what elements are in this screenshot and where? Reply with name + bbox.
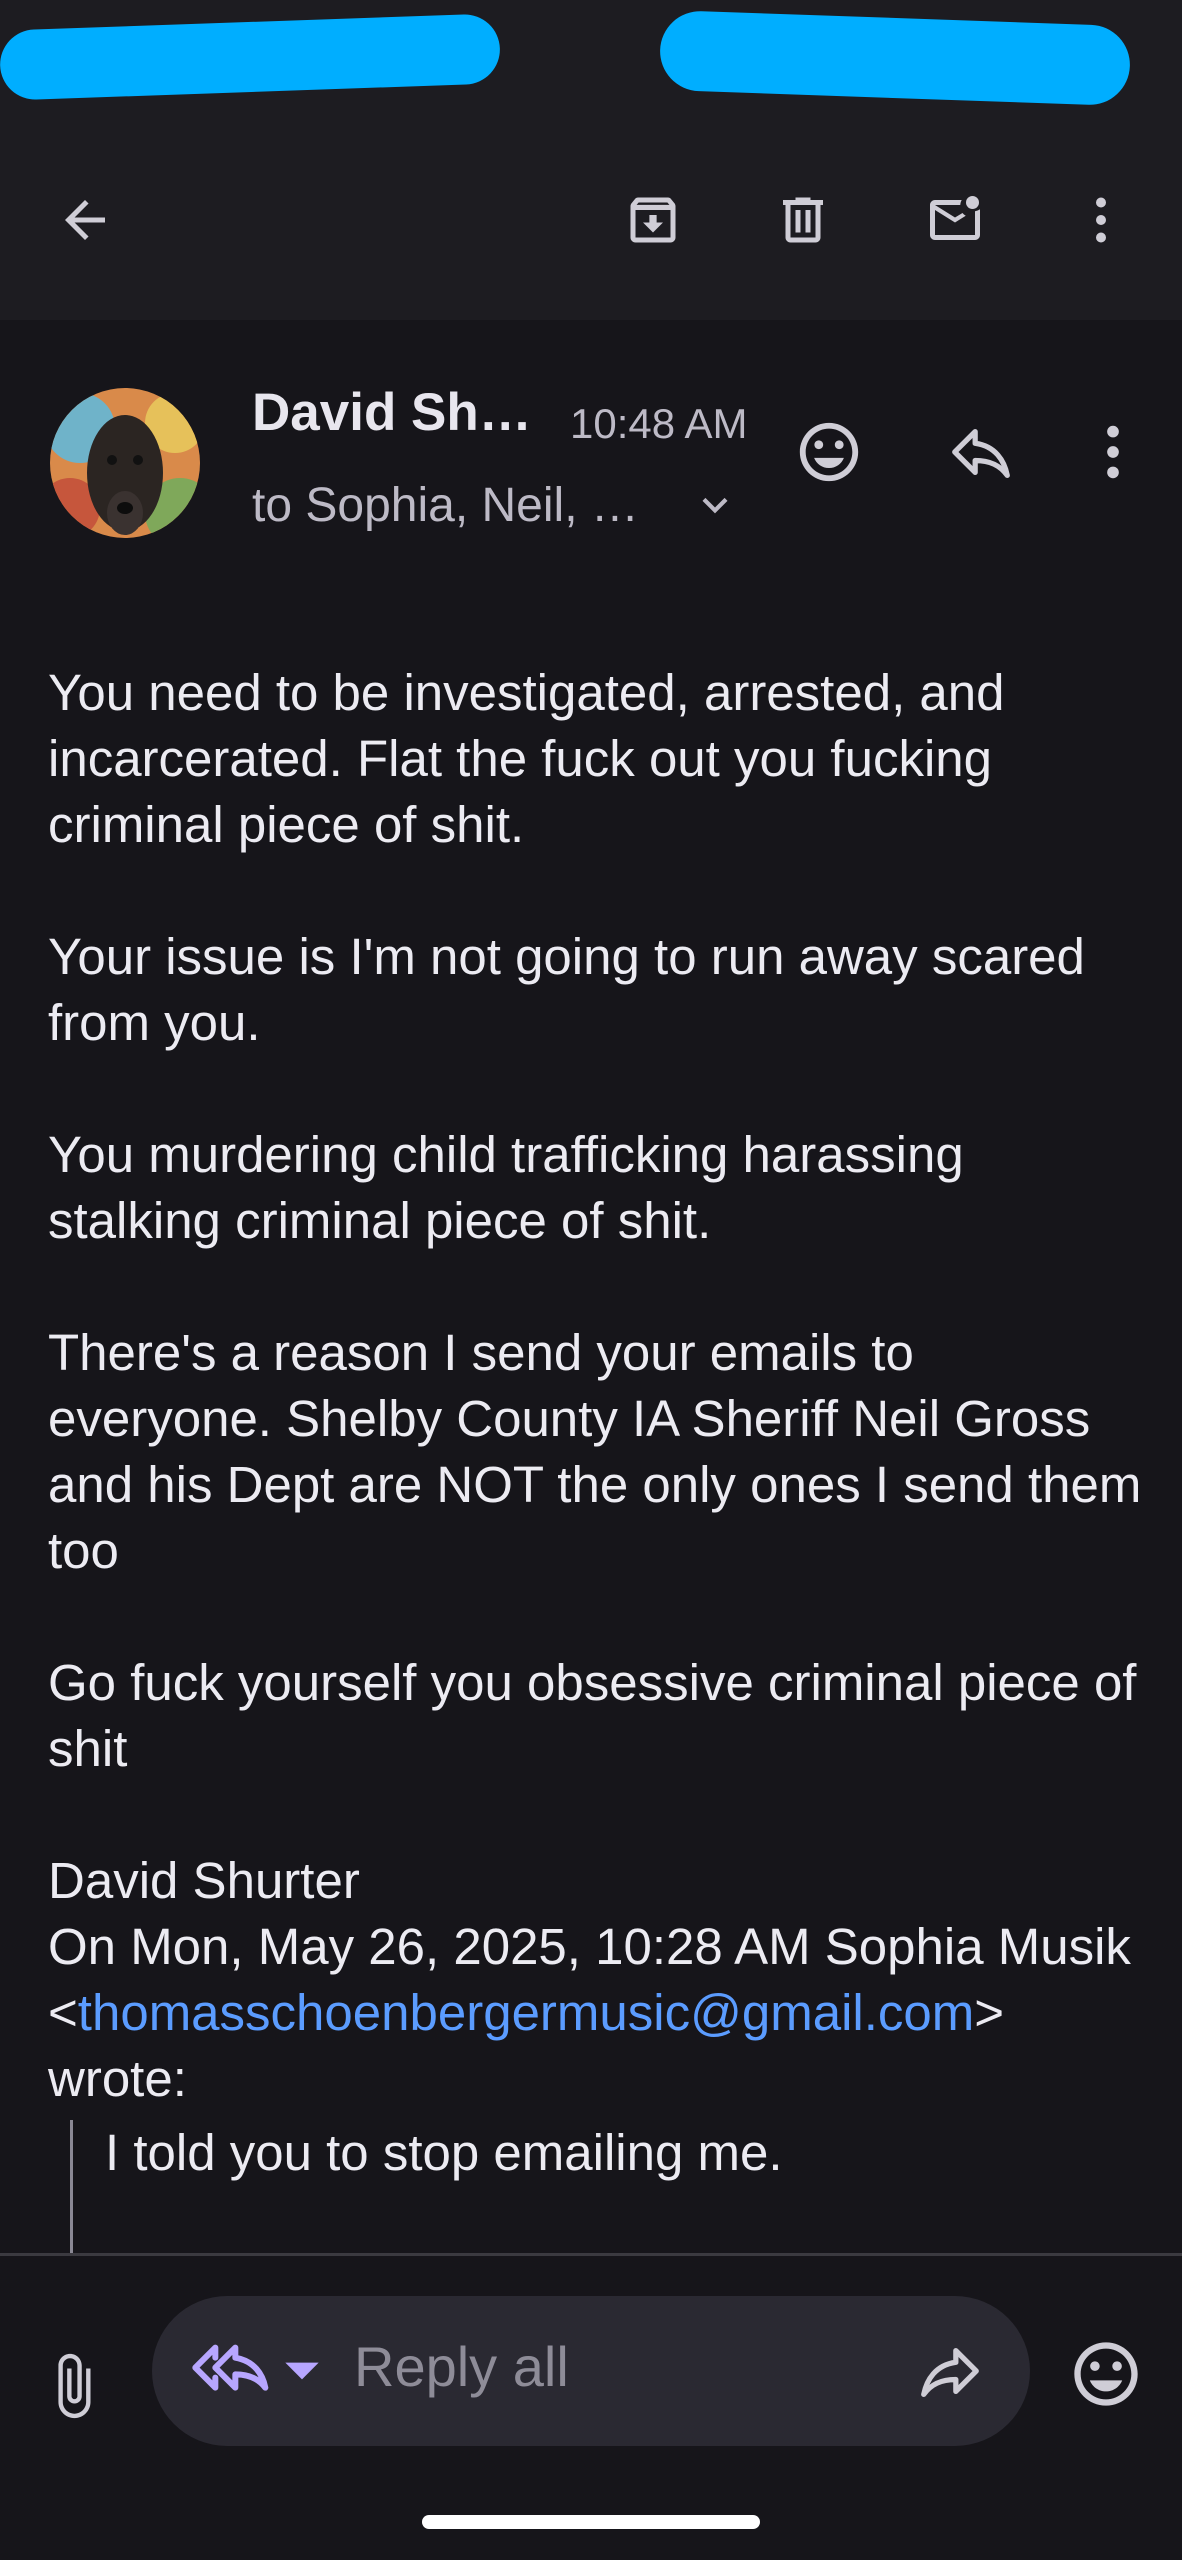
status-bar (0, 0, 1182, 120)
redaction-mark-left (0, 13, 502, 101)
quoted-message: I told you to stop emailing me. (70, 2120, 783, 2254)
body-paragraph: There's a reason I send your emails to e… (48, 1324, 1142, 1579)
more-vert-icon (1107, 425, 1119, 479)
message-body: You need to be investigated, arrested, a… (48, 660, 1148, 2112)
message-time: 10:48 AM (570, 400, 748, 447)
delete-button[interactable] (753, 170, 853, 270)
emoji-icon[interactable] (1068, 2336, 1144, 2412)
body-paragraph: Your issue is I'm not going to run away … (48, 928, 1085, 1051)
chevron-down-icon[interactable] (690, 480, 740, 530)
mail-unread-icon (930, 196, 980, 240)
reply-button[interactable] (936, 407, 1026, 497)
dropdown-icon[interactable] (282, 2356, 322, 2386)
reply-all-field[interactable]: Reply all (152, 2296, 1030, 2446)
sender-name[interactable]: David Sh… (252, 382, 532, 443)
archive-button[interactable] (603, 170, 703, 270)
home-indicator[interactable] (422, 2515, 760, 2529)
recipients[interactable]: to Sophia, Neil, … (252, 478, 639, 533)
quote-email-link[interactable]: thomasschoenbergermusic@gmail.com (78, 1984, 974, 2041)
quote-header: On Mon, May 26, 2025, 10:28 AM Sophia Mu… (48, 1914, 1148, 2112)
trash-icon (783, 197, 823, 243)
top-app-bar (0, 120, 1182, 320)
arrow-left-icon (65, 200, 105, 240)
avatar[interactable] (50, 388, 200, 538)
redaction-mark-right (658, 9, 1132, 107)
reply-icon (952, 428, 1010, 478)
archive-icon (630, 197, 676, 243)
message-header: David Sh… 10:48 AM to Sophia, Neil, … (0, 320, 1182, 580)
body-paragraph: You murdering child trafficking harassin… (48, 1126, 964, 1249)
message-more-button[interactable] (1068, 407, 1158, 497)
reply-all-icon[interactable] (192, 2336, 272, 2406)
emoji-icon (799, 422, 859, 482)
react-button[interactable] (784, 407, 874, 497)
body-paragraph: You need to be investigated, arrested, a… (48, 664, 1005, 853)
back-button[interactable] (35, 170, 135, 270)
mark-unread-button[interactable] (905, 170, 1005, 270)
more-options-button[interactable] (1051, 170, 1151, 270)
forward-icon[interactable] (912, 2336, 988, 2406)
attach-icon[interactable] (38, 2336, 108, 2436)
signature: David Shurter (48, 1852, 360, 1909)
more-vert-icon (1096, 197, 1106, 243)
reply-placeholder: Reply all (354, 2335, 569, 2398)
body-paragraph: Go fuck yourself you obsessive criminal … (48, 1654, 1137, 1777)
